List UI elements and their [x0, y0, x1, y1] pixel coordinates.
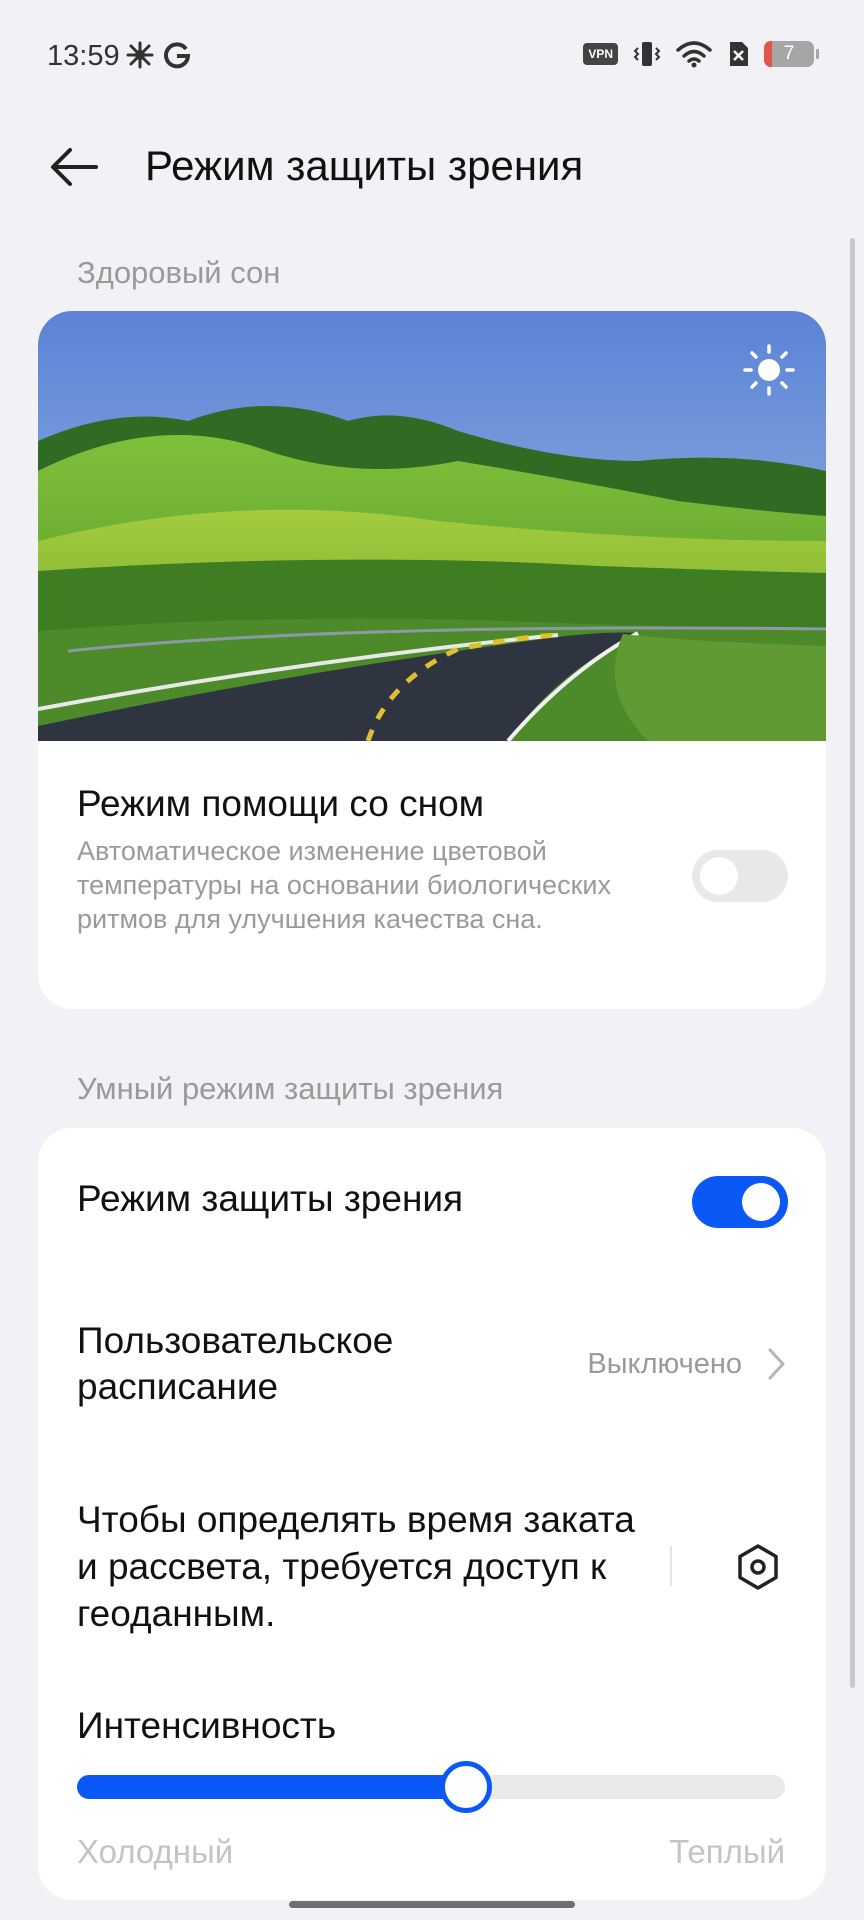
- no-sim-icon: [730, 42, 748, 66]
- intensity-slider-fill: [77, 1775, 466, 1799]
- vpn-icon: VPN: [583, 43, 618, 65]
- page-title: Режим защиты зрения: [145, 142, 584, 189]
- intensity-max-label: Теплый: [669, 1833, 785, 1870]
- intensity-label: Интенсивность: [77, 1705, 337, 1746]
- intensity-slider-thumb[interactable]: [440, 1761, 492, 1813]
- google-g-icon: [164, 42, 191, 69]
- custom-schedule-label: Пользовательское расписание: [77, 1320, 394, 1407]
- intensity-min-label: Холодный: [77, 1833, 234, 1870]
- section-title-healthy-sleep: Здоровый сон: [77, 255, 281, 290]
- intensity-slider[interactable]: [77, 1761, 785, 1813]
- status-time: 13:59: [47, 40, 120, 72]
- geo-access-message: Чтобы определять время заката и рассвета…: [77, 1499, 635, 1634]
- app-header: Режим защиты зрения: [0, 112, 864, 222]
- custom-schedule-value: Выключено: [587, 1348, 742, 1380]
- vibrate-icon: [633, 42, 661, 66]
- sun-icon[interactable]: [742, 343, 796, 397]
- battery-icon: 7: [764, 41, 819, 67]
- eye-comfort-label: Режим защиты зрения: [77, 1178, 464, 1219]
- back-arrow-icon[interactable]: [44, 140, 104, 194]
- custom-schedule-row[interactable]: Пользовательское расписание Выключено: [38, 1298, 826, 1418]
- battery-level: 7: [783, 43, 795, 64]
- status-bar: 13:59 VPN 7: [0, 0, 864, 112]
- wifi-icon: [676, 41, 712, 68]
- sleep-assist-title: Режим помощи со сном: [77, 783, 485, 824]
- eye-comfort-toggle[interactable]: [692, 1176, 788, 1228]
- smart-eye-card: Режим защиты зрения Пользовательское рас…: [38, 1128, 826, 1900]
- sleep-assist-toggle[interactable]: [692, 850, 788, 902]
- home-indicator[interactable]: [289, 1901, 575, 1908]
- divider: [670, 1546, 672, 1586]
- landscape-banner-image: [38, 311, 826, 741]
- section-title-smart-eye: Умный режим защиты зрения: [77, 1071, 504, 1106]
- brightness-notification-icon: [126, 41, 154, 69]
- sleep-assist-description: Автоматическое изменение цветовой темпер…: [77, 836, 611, 934]
- location-settings-icon[interactable]: [734, 1543, 782, 1591]
- scrollbar[interactable]: [850, 238, 855, 1688]
- sleep-card: Режим помощи со сном Автоматическое изме…: [38, 311, 826, 1009]
- chevron-right-icon: [768, 1348, 785, 1380]
